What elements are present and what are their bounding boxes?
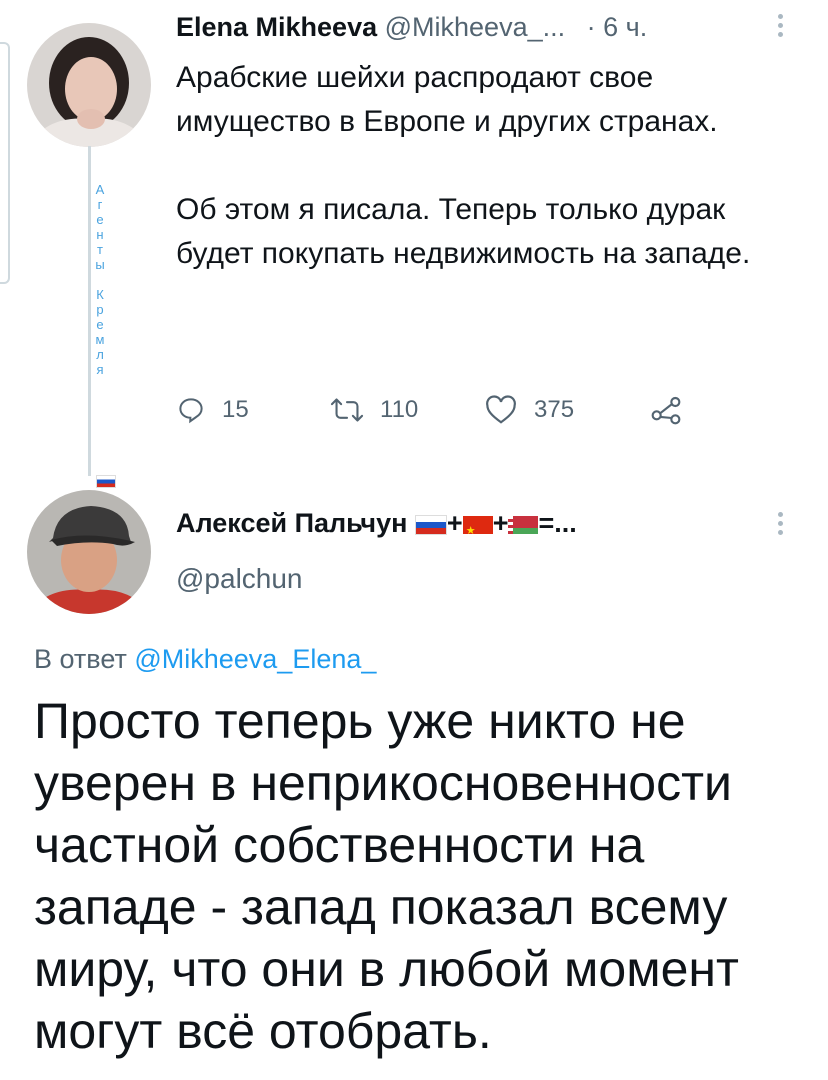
retweet-count: 110 (380, 396, 419, 423)
russia-flag-icon (96, 475, 116, 488)
replying-to-link[interactable]: @Mikheeva_Elena_ (134, 644, 376, 674)
retweet-button[interactable]: 110 (330, 395, 484, 425)
tweet-text: Арабские шейхи распродают свое имущество… (176, 56, 796, 276)
more-icon[interactable] (776, 512, 784, 535)
like-count: 375 (534, 396, 575, 423)
tweet-paragraph: Об этом я писала. Теперь только дурак бу… (176, 193, 751, 270)
scroll-edge (0, 42, 10, 284)
reply-button[interactable]: 15 (176, 395, 330, 425)
reply-count: 15 (222, 396, 249, 423)
name-suffix: =... (538, 508, 577, 538)
tweet-time[interactable]: · 6 ч. (587, 12, 648, 42)
vertical-caption: А г е н т ы К р е м л я (95, 182, 105, 377)
avatar[interactable] (27, 23, 151, 147)
author-name[interactable]: Elena Mikheeva (176, 12, 377, 42)
tweet-header: Elena Mikheeva @Mikheeva_... · 6 ч. (176, 10, 647, 44)
author-name[interactable]: Алексей Пальчун ++=... (176, 506, 577, 548)
replying-prefix: В ответ (34, 644, 127, 674)
author-handle[interactable]: @palchun (176, 562, 303, 596)
more-icon[interactable] (776, 14, 784, 37)
reply-icon (179, 398, 203, 424)
belarus-flag-icon (508, 515, 539, 534)
author-name-text: Алексей Пальчун (176, 508, 408, 538)
russia-flag-icon (414, 514, 447, 535)
like-button[interactable]: 375 (484, 395, 650, 425)
author-handle[interactable]: @Mikheeva_... (385, 12, 565, 42)
tweet-text: Просто теперь уже никто не уверен в непр… (34, 693, 739, 1059)
share-button[interactable] (650, 395, 698, 425)
thread-connector-line (88, 146, 91, 476)
avatar[interactable] (27, 490, 151, 614)
like-icon (486, 395, 516, 424)
replying-to-line: В ответ @Mikheeva_Elena_ (34, 642, 376, 676)
china-flag-icon (462, 514, 493, 548)
tweet-paragraph: Арабские шейхи распродают свое имущество… (176, 61, 718, 138)
share-icon (651, 396, 681, 425)
tweet-actions: 15 110 375 (176, 390, 716, 430)
retweet-icon (330, 398, 364, 422)
